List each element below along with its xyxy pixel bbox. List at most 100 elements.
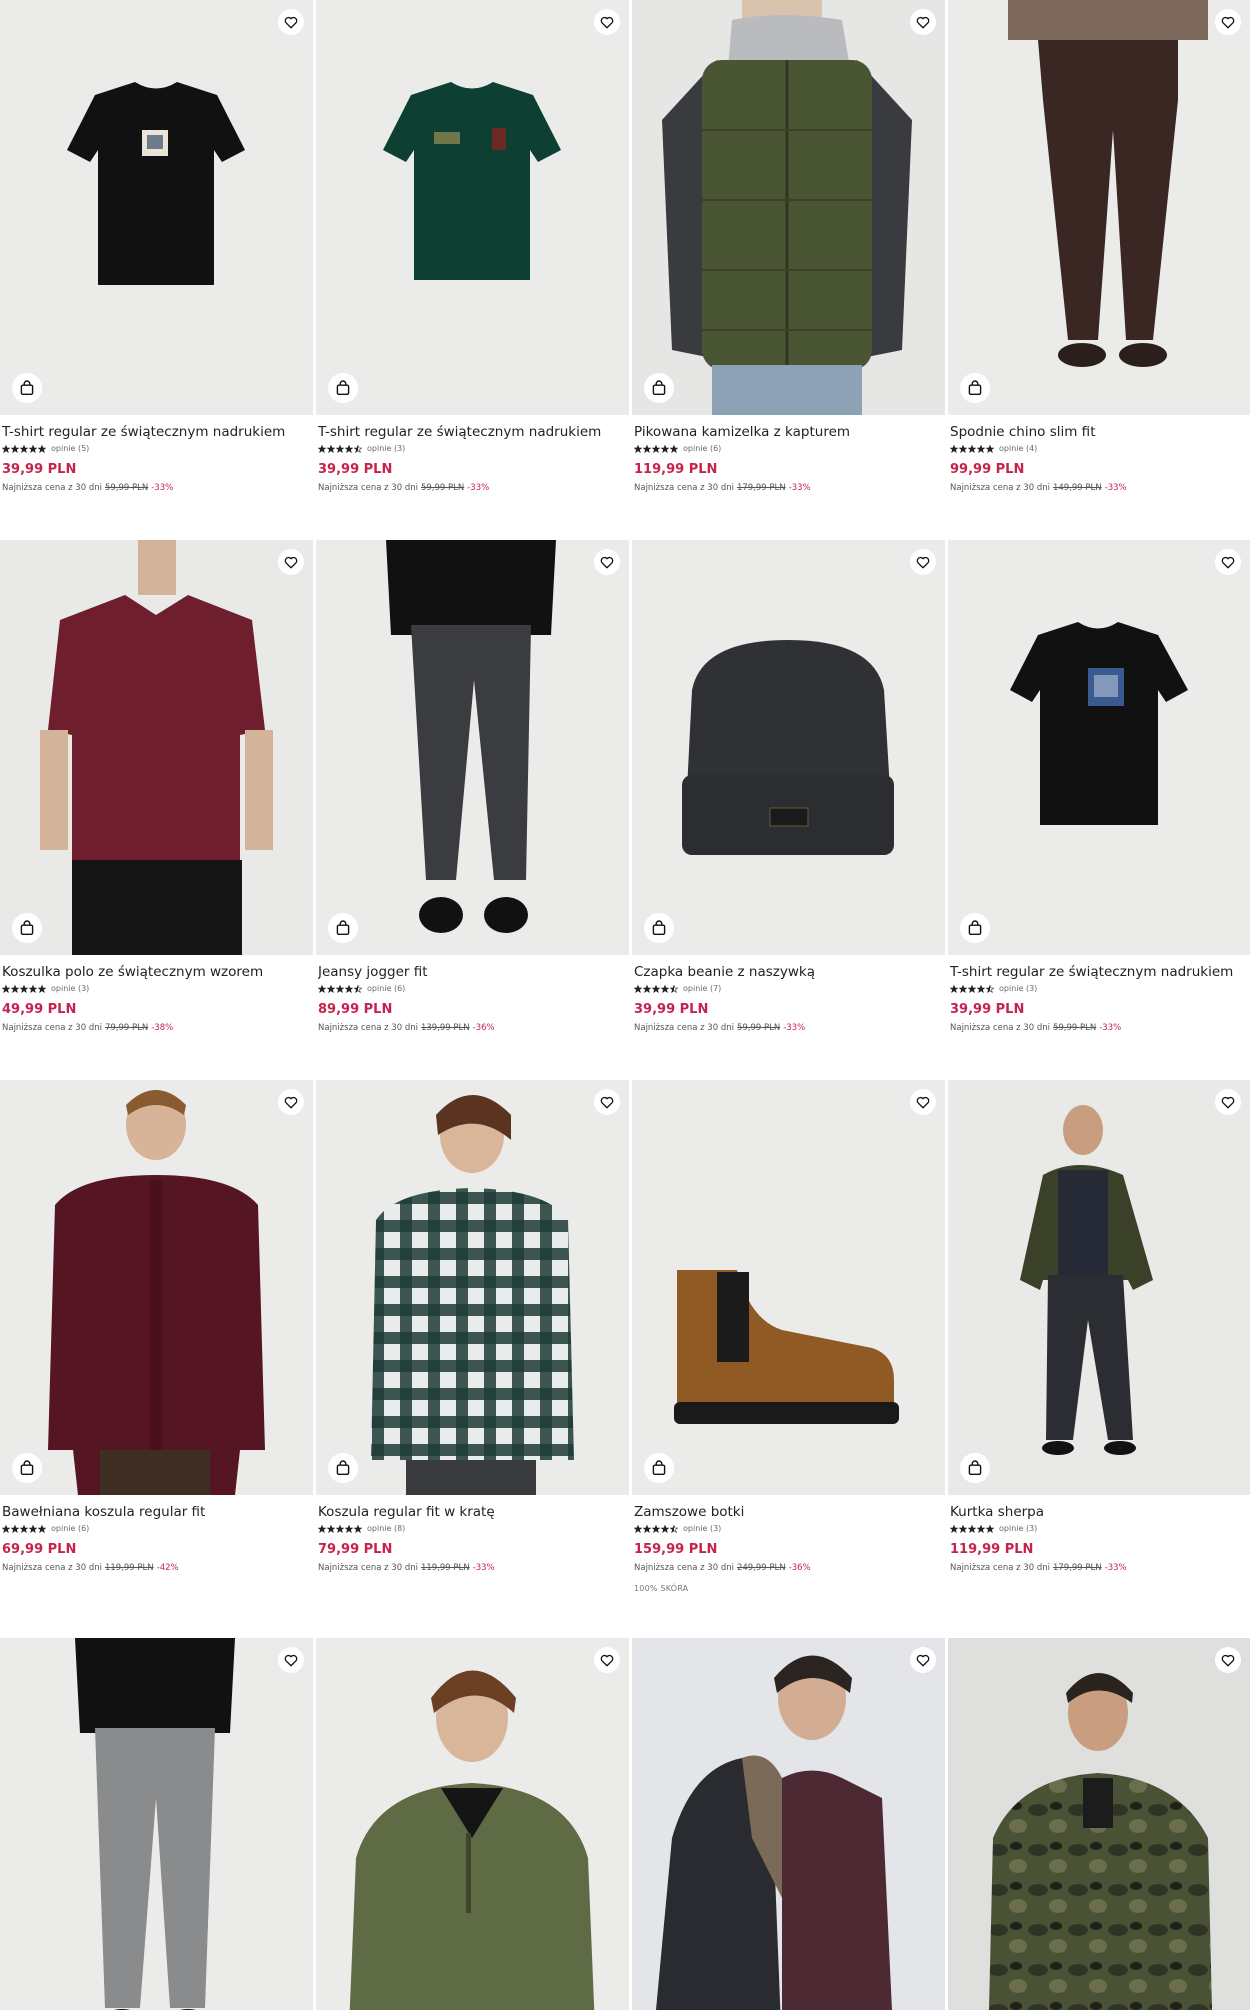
lowest-price-info: Najniższa cena z 30 dni 179,99 PLN -33% [634,483,939,494]
heart-icon[interactable] [594,549,620,575]
heart-icon[interactable] [594,9,620,35]
star-icon [354,445,362,453]
heart-icon[interactable] [278,9,304,35]
lowest-price-info: Najniższa cena z 30 dni 59,99 PLN -33% [2,483,307,494]
product-name[interactable]: Zamszowe botki [634,1504,939,1520]
product-image[interactable] [0,0,313,415]
product-info: Spodnie chino slim fit opinie (4) 99,99 … [950,424,1248,494]
lowest-price-label: Najniższa cena z 30 dni [634,1563,734,1573]
product-price: 119,99 PLN [950,1542,1034,1557]
heart-icon[interactable] [910,1089,936,1115]
product-image[interactable] [0,540,313,955]
shopping-bag-icon[interactable] [644,373,674,403]
heart-icon[interactable] [278,1647,304,1673]
product-image[interactable] [316,0,629,415]
product-name[interactable]: T-shirt regular ze świątecznym nadrukiem [318,424,623,440]
product-price: 39,99 PLN [2,462,77,477]
heart-icon[interactable] [910,549,936,575]
product-image[interactable] [948,540,1250,955]
review-count[interactable]: opinie (8) [367,1524,405,1534]
product-image[interactable] [0,1638,313,2010]
shopping-bag-icon[interactable] [644,913,674,943]
review-count[interactable]: opinie (3) [367,444,405,454]
review-count[interactable]: opinie (5) [51,444,89,454]
product-name[interactable]: Koszula regular fit w kratę [318,1504,623,1520]
shopping-bag-icon[interactable] [960,373,990,403]
product-name[interactable]: Spodnie chino slim fit [950,424,1248,440]
review-count[interactable]: opinie (6) [51,1524,89,1534]
shopping-bag-icon[interactable] [12,1453,42,1483]
review-count[interactable]: opinie (4) [999,444,1037,454]
lowest-price-label: Najniższa cena z 30 dni [318,1023,418,1033]
heart-icon[interactable] [1215,1089,1241,1115]
discount-badge: -42% [156,1563,179,1573]
star-icon [968,985,976,993]
heart-icon[interactable] [910,9,936,35]
heart-icon[interactable] [594,1647,620,1673]
heart-icon[interactable] [278,549,304,575]
star-icon [11,1525,19,1533]
product-name[interactable]: Jeansy jogger fit [318,964,623,980]
discount-badge: -33% [472,1563,495,1573]
lowest-price-info: Najniższa cena z 30 dni 149,99 PLN -33% [950,483,1248,494]
old-price: 119,99 PLN [420,1563,470,1573]
shopping-bag-icon[interactable] [644,1453,674,1483]
product-image[interactable] [632,1638,945,2010]
review-count[interactable]: opinie (6) [367,984,405,994]
product-image[interactable] [948,1080,1250,1495]
shopping-bag-icon[interactable] [12,913,42,943]
lowest-price-info: Najniższa cena z 30 dni 59,99 PLN -33% [318,483,623,494]
review-count[interactable]: opinie (6) [683,444,721,454]
product-image[interactable] [316,1080,629,1495]
product-name[interactable]: Pikowana kamizelka z kapturem [634,424,939,440]
shopping-bag-icon[interactable] [12,373,42,403]
heart-icon[interactable] [1215,1647,1241,1673]
shopping-bag-icon[interactable] [960,1453,990,1483]
heart-icon[interactable] [278,1089,304,1115]
product-name[interactable]: T-shirt regular ze świątecznym nadrukiem [2,424,307,440]
product-image[interactable] [948,1638,1250,2010]
rating-stars [2,985,46,993]
product-name[interactable]: T-shirt regular ze świątecznym nadrukiem [950,964,1248,980]
review-count[interactable]: opinie (3) [683,1524,721,1534]
lowest-price-info: Najniższa cena z 30 dni 179,99 PLN -33% [950,1563,1248,1574]
review-count[interactable]: opinie (3) [51,984,89,994]
lowest-price-label: Najniższa cena z 30 dni [2,1563,102,1573]
product-name[interactable]: Bawełniana koszula regular fit [2,1504,307,1520]
product-image[interactable] [632,540,945,955]
product-illustration [316,1080,629,1495]
product-image[interactable] [316,1638,629,2010]
review-count[interactable]: opinie (3) [999,1524,1037,1534]
star-icon [354,985,362,993]
old-price: 79,99 PLN [104,1023,149,1033]
review-count[interactable]: opinie (3) [999,984,1037,994]
product-image[interactable] [632,0,945,415]
heart-icon[interactable] [910,1647,936,1673]
product-name[interactable]: Kurtka sherpa [950,1504,1248,1520]
rating-stars [634,985,678,993]
product-price: 69,99 PLN [2,1542,77,1557]
shopping-bag-icon[interactable] [328,913,358,943]
product-image[interactable] [948,0,1250,415]
star-icon [29,1525,37,1533]
rating-stars [318,1525,362,1533]
shopping-bag-icon[interactable] [960,913,990,943]
heart-icon[interactable] [594,1089,620,1115]
star-icon [336,1525,344,1533]
discount-badge: -33% [783,1023,806,1033]
star-icon [968,445,976,453]
product-name[interactable]: Czapka beanie z naszywką [634,964,939,980]
product-image[interactable] [0,1080,313,1495]
shopping-bag-icon[interactable] [328,373,358,403]
heart-icon[interactable] [1215,549,1241,575]
old-price: 59,99 PLN [736,1023,781,1033]
heart-icon[interactable] [1215,9,1241,35]
product-image[interactable] [316,540,629,955]
star-icon [950,445,958,453]
review-count[interactable]: opinie (7) [683,984,721,994]
product-name[interactable]: Koszulka polo ze świątecznym wzorem [2,964,307,980]
star-icon [345,1525,353,1533]
discount-badge: -33% [788,483,811,493]
product-image[interactable] [632,1080,945,1495]
shopping-bag-icon[interactable] [328,1453,358,1483]
